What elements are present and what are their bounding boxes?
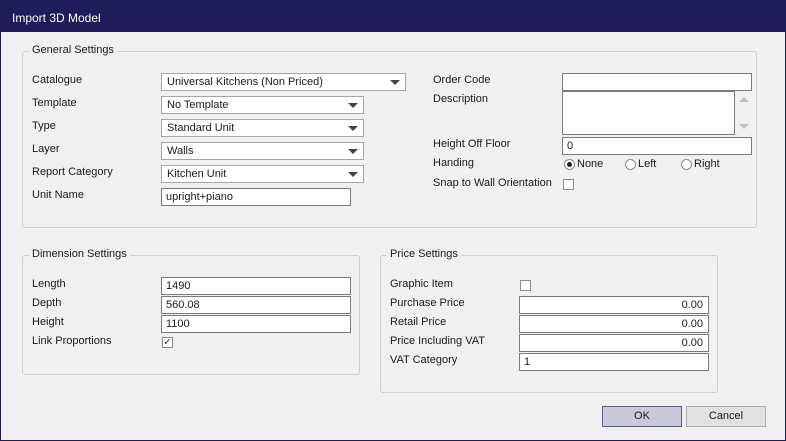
handing-none-radio[interactable] <box>564 159 575 170</box>
handing-none-label[interactable]: None <box>577 158 603 170</box>
catalogue-label: Catalogue <box>32 74 83 86</box>
purchase-price-value: 0.00 <box>681 299 703 311</box>
type-label: Type <box>32 120 56 132</box>
catalogue-value: Universal Kitchens (Non Priced) <box>167 76 323 88</box>
order-code-input[interactable] <box>562 73 752 91</box>
report-category-label: Report Category <box>32 166 113 178</box>
layer-select[interactable]: Walls <box>161 142 364 160</box>
retail-price-value: 0.00 <box>681 318 703 330</box>
link-proportions-label: Link Proportions <box>32 335 112 347</box>
order-code-label: Order Code <box>433 74 491 86</box>
window-title: Import 3D Model <box>12 11 101 25</box>
retail-price-label: Retail Price <box>390 316 447 328</box>
handing-left-label[interactable]: Left <box>638 158 656 170</box>
handing-label: Handing <box>433 157 474 169</box>
height-value: 1100 <box>166 318 190 330</box>
type-select[interactable]: Standard Unit <box>161 119 364 137</box>
price-inc-vat-input[interactable]: 0.00 <box>519 334 709 352</box>
price-settings-title: Price Settings <box>387 248 461 260</box>
catalogue-select[interactable]: Universal Kitchens (Non Priced) <box>161 73 406 91</box>
type-value: Standard Unit <box>167 122 235 134</box>
report-category-select[interactable]: Kitchen Unit <box>161 165 364 183</box>
vat-category-input[interactable]: 1 <box>519 353 709 371</box>
description-scrollbar[interactable] <box>735 91 752 135</box>
length-label: Length <box>32 278 66 290</box>
link-proportions-checkbox[interactable]: ✓ <box>162 337 173 348</box>
depth-label: Depth <box>32 297 62 309</box>
report-category-value: Kitchen Unit <box>167 168 227 180</box>
chevron-down-icon <box>348 172 358 177</box>
handing-right-radio[interactable] <box>681 159 692 170</box>
scroll-down-icon[interactable] <box>739 124 749 129</box>
height-input[interactable]: 1100 <box>161 315 351 333</box>
description-label: Description <box>433 93 489 105</box>
purchase-price-label: Purchase Price <box>390 297 465 309</box>
ok-button[interactable]: OK <box>602 406 682 427</box>
unit-name-label: Unit Name <box>32 189 84 201</box>
height-off-floor-input[interactable]: 0 <box>562 137 752 155</box>
height-off-floor-value: 0 <box>567 140 574 152</box>
height-off-floor-label: Height Off Floor <box>433 138 511 150</box>
price-inc-vat-value: 0.00 <box>681 337 703 349</box>
layer-label: Layer <box>32 143 60 155</box>
vat-category-label: VAT Category <box>390 354 458 366</box>
layer-value: Walls <box>167 145 194 157</box>
cancel-button[interactable]: Cancel <box>686 406 766 427</box>
graphic-item-checkbox[interactable] <box>520 280 531 291</box>
template-select[interactable]: No Template <box>161 96 364 114</box>
length-value: 1490 <box>166 280 191 292</box>
handing-left-radio[interactable] <box>625 159 636 170</box>
purchase-price-input[interactable]: 0.00 <box>519 296 709 314</box>
chevron-down-icon <box>348 149 358 154</box>
retail-price-input[interactable]: 0.00 <box>519 315 709 333</box>
general-settings-title: General Settings <box>29 44 117 56</box>
length-input[interactable]: 1490 <box>161 277 351 295</box>
unit-name-input[interactable]: upright+piano <box>161 188 351 206</box>
vat-category-value: 1 <box>524 356 531 368</box>
price-inc-vat-label: Price Including VAT <box>390 335 485 347</box>
description-textarea[interactable] <box>562 91 735 135</box>
chevron-down-icon <box>348 126 358 131</box>
unit-name-value: upright+piano <box>166 191 233 203</box>
chevron-down-icon <box>390 80 400 85</box>
chevron-down-icon <box>348 103 358 108</box>
template-value: No Template <box>167 99 229 111</box>
title-bar[interactable]: Import 3D Model <box>1 1 785 32</box>
snap-to-wall-label: Snap to Wall Orientation <box>433 177 552 189</box>
import-3d-model-dialog: Import 3D Model General Settings Catalog… <box>0 0 786 441</box>
depth-input[interactable]: 560.08 <box>161 296 351 314</box>
scroll-up-icon[interactable] <box>739 97 749 102</box>
depth-value: 560.08 <box>166 299 200 311</box>
graphic-item-label: Graphic Item <box>390 278 453 290</box>
dimension-settings-title: Dimension Settings <box>29 248 130 260</box>
template-label: Template <box>32 97 77 109</box>
height-label: Height <box>32 316 64 328</box>
handing-right-label[interactable]: Right <box>694 158 720 170</box>
snap-to-wall-checkbox[interactable] <box>563 179 574 190</box>
